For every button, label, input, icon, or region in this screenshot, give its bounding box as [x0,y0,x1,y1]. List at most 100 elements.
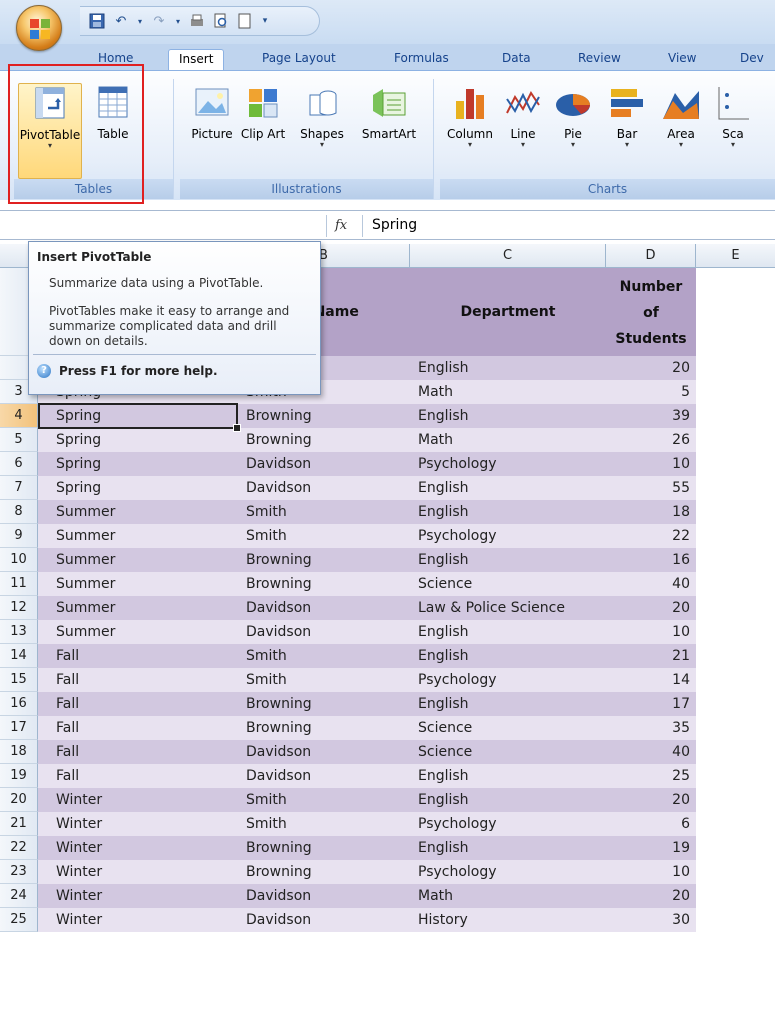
cell-instructor[interactable]: Browning [238,716,410,740]
cell-department[interactable]: English [410,548,606,572]
cell-students[interactable]: 17 [606,692,696,716]
cell-students[interactable]: 10 [606,452,696,476]
pie-chart-button[interactable]: Pie ▾ [548,83,598,179]
row-header[interactable]: 24 [0,884,38,908]
formula-input[interactable]: Spring [372,217,417,233]
cell-students[interactable]: 6 [606,812,696,836]
row-header[interactable]: 5 [0,428,38,452]
cell-department[interactable]: English [410,500,606,524]
cell-students[interactable]: 20 [606,596,696,620]
row-header[interactable]: 20 [0,788,38,812]
cell-instructor[interactable]: Browning [238,836,410,860]
quick-print-icon[interactable] [188,12,206,30]
cell-students[interactable]: 39 [606,404,696,428]
cell-instructor[interactable]: Smith [238,788,410,812]
area-chart-button[interactable]: Area ▾ [654,83,708,179]
cell-instructor[interactable]: Browning [238,572,410,596]
cell-students[interactable]: 10 [606,860,696,884]
undo-dropdown-icon[interactable]: ▾ [136,12,144,30]
cell-department[interactable]: Science [410,740,606,764]
row-header[interactable]: 11 [0,572,38,596]
shapes-button[interactable]: Shapes ▾ [292,83,352,179]
cell-instructor[interactable]: Browning [238,404,410,428]
column-header-d[interactable]: D [606,244,696,268]
cell-department[interactable]: English [410,644,606,668]
cell-instructor[interactable]: Smith [238,524,410,548]
cell-instructor[interactable]: Browning [238,428,410,452]
line-dropdown-icon[interactable]: ▾ [498,141,548,149]
row-header[interactable]: 22 [0,836,38,860]
row-header[interactable]: 19 [0,764,38,788]
tab-developer[interactable]: Dev [740,49,764,70]
bar-dropdown-icon[interactable]: ▾ [600,141,654,149]
shapes-dropdown-icon[interactable]: ▾ [292,141,352,149]
cell-department[interactable]: Science [410,716,606,740]
tab-insert[interactable]: Insert [168,49,225,70]
cell-instructor[interactable]: Browning [238,548,410,572]
row-header[interactable]: 25 [0,908,38,932]
cell-semester[interactable]: Winter [48,812,238,836]
cell-instructor[interactable]: Davidson [238,884,410,908]
row-header[interactable]: 4 [0,404,38,428]
tab-home[interactable]: Home [98,49,133,70]
customize-qat-icon[interactable]: ▾ [260,12,270,30]
cell-semester[interactable]: Fall [48,764,238,788]
cell-semester[interactable]: Fall [48,740,238,764]
cell-instructor[interactable]: Davidson [238,740,410,764]
print-preview-icon[interactable] [212,12,230,30]
cell-semester[interactable]: Winter [48,884,238,908]
cell-department[interactable]: English [410,836,606,860]
cell-semester[interactable]: Summer [48,500,238,524]
cell-department[interactable]: English [410,620,606,644]
cell-students[interactable]: 14 [606,668,696,692]
cell-instructor[interactable]: Browning [238,860,410,884]
row-header[interactable]: 6 [0,452,38,476]
cell-instructor[interactable]: Davidson [238,452,410,476]
cell-instructor[interactable]: Browning [238,692,410,716]
cell-semester[interactable]: Summer [48,596,238,620]
smartart-button[interactable]: SmartArt [356,83,422,179]
picture-button[interactable]: Picture [184,83,240,179]
redo-icon[interactable]: ↷ [150,12,168,30]
cell-semester[interactable]: Winter [48,860,238,884]
row-header[interactable]: 13 [0,620,38,644]
cell-semester[interactable]: Winter [48,788,238,812]
cell-semester[interactable]: Fall [48,692,238,716]
cell-students[interactable]: 18 [606,500,696,524]
cell-students[interactable]: 22 [606,524,696,548]
cell-instructor[interactable]: Davidson [238,476,410,500]
cell-department[interactable]: Psychology [410,452,606,476]
tab-data[interactable]: Data [502,49,531,70]
cell-semester[interactable]: Fall [48,668,238,692]
cell-instructor[interactable]: Smith [238,668,410,692]
cell-students[interactable]: 16 [606,548,696,572]
cell-semester[interactable]: Spring [48,404,238,428]
bar-chart-button[interactable]: Bar ▾ [600,83,654,179]
tab-page-layout[interactable]: Page Layout [262,49,336,70]
tab-review[interactable]: Review [578,49,621,70]
cell-students[interactable]: 19 [606,836,696,860]
cell-students[interactable]: 20 [606,884,696,908]
pivottable-button[interactable]: PivotTable ▾ [18,83,82,179]
tab-view[interactable]: View [668,49,696,70]
cell-instructor[interactable]: Davidson [238,908,410,932]
office-button[interactable] [16,5,62,51]
row-header[interactable]: 18 [0,740,38,764]
scatter-dropdown-icon[interactable]: ▾ [708,141,758,149]
cell-department[interactable]: Psychology [410,812,606,836]
cell-instructor[interactable]: Smith [238,500,410,524]
cell-department[interactable]: Psychology [410,524,606,548]
row-header[interactable]: 14 [0,644,38,668]
row-header[interactable]: 16 [0,692,38,716]
header-cell-department[interactable]: Department [410,268,606,356]
cell-semester[interactable]: Summer [48,524,238,548]
area-dropdown-icon[interactable]: ▾ [654,141,708,149]
cell-students[interactable]: 20 [606,788,696,812]
cell-semester[interactable]: Summer [48,572,238,596]
tab-formulas[interactable]: Formulas [394,49,449,70]
cell-department[interactable]: Science [410,572,606,596]
cell-department[interactable]: English [410,476,606,500]
pivottable-dropdown-icon[interactable]: ▾ [19,142,81,150]
header-cell-students[interactable]: Number of Students [606,268,696,356]
cell-semester[interactable]: Winter [48,836,238,860]
